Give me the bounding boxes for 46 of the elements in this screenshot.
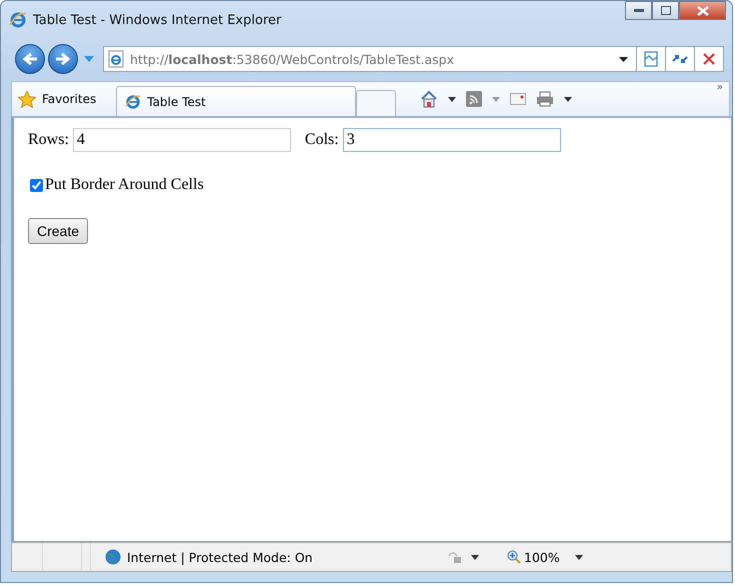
back-arrow-icon [22, 52, 38, 66]
caret-icon[interactable] [448, 96, 456, 102]
caret-icon[interactable] [575, 554, 583, 560]
mail-icon[interactable] [510, 93, 526, 105]
printer-icon[interactable] [536, 91, 554, 107]
close-icon [696, 6, 708, 16]
globe-icon [105, 549, 121, 565]
forward-button[interactable] [48, 44, 78, 74]
close-button[interactable] [679, 1, 726, 20]
rows-input-field[interactable]: 4 [72, 128, 291, 152]
window-title: Table Test - Windows Internet Explorer [33, 12, 282, 28]
cols-input-field[interactable]: 3 [342, 128, 561, 152]
forward-arrow-icon [55, 52, 71, 66]
rows-label: Rows: [28, 131, 69, 149]
browser-logo-icon [9, 11, 27, 29]
maximize-icon [660, 6, 670, 15]
cols-label: Cols: [304, 131, 339, 149]
page-icon [108, 50, 124, 68]
refresh-button[interactable] [665, 46, 695, 72]
browser-tab[interactable]: Table Test [116, 86, 356, 116]
star-icon [18, 90, 36, 108]
minimize-icon [634, 8, 644, 12]
url-text: http://localhost:53860/WebControls/TableTest.aspx [130, 52, 455, 66]
refresh-icon [672, 52, 688, 66]
zoom-icon [507, 550, 521, 564]
home-icon[interactable] [420, 90, 438, 108]
back-button[interactable] [15, 44, 45, 74]
favorites-button[interactable]: Favorites [12, 90, 108, 108]
compatibility-view-button[interactable] [636, 46, 666, 72]
caret-icon[interactable] [471, 554, 479, 560]
checkbox-label: Put Border Around Cells [45, 176, 204, 194]
feed-icon[interactable] [466, 91, 482, 107]
address-field[interactable]: http://localhost:53860/WebControls/TableTest.aspx [103, 46, 637, 72]
create-button[interactable]: Create [28, 218, 88, 244]
more-tools-chevron[interactable]: » [716, 82, 723, 93]
caret-icon[interactable] [564, 96, 572, 102]
torn-page-icon [644, 51, 658, 67]
security-zone-text: Internet | Protected Mode: On [127, 550, 313, 564]
close-icon [703, 53, 715, 65]
maximize-button[interactable] [652, 1, 679, 20]
stop-button[interactable] [694, 46, 724, 72]
minimize-button[interactable] [625, 1, 652, 20]
caret-icon[interactable] [619, 56, 628, 62]
browser-logo-icon [125, 94, 142, 110]
border-checkbox[interactable] [30, 178, 43, 192]
zoom-level-text[interactable]: 100% [524, 550, 560, 564]
